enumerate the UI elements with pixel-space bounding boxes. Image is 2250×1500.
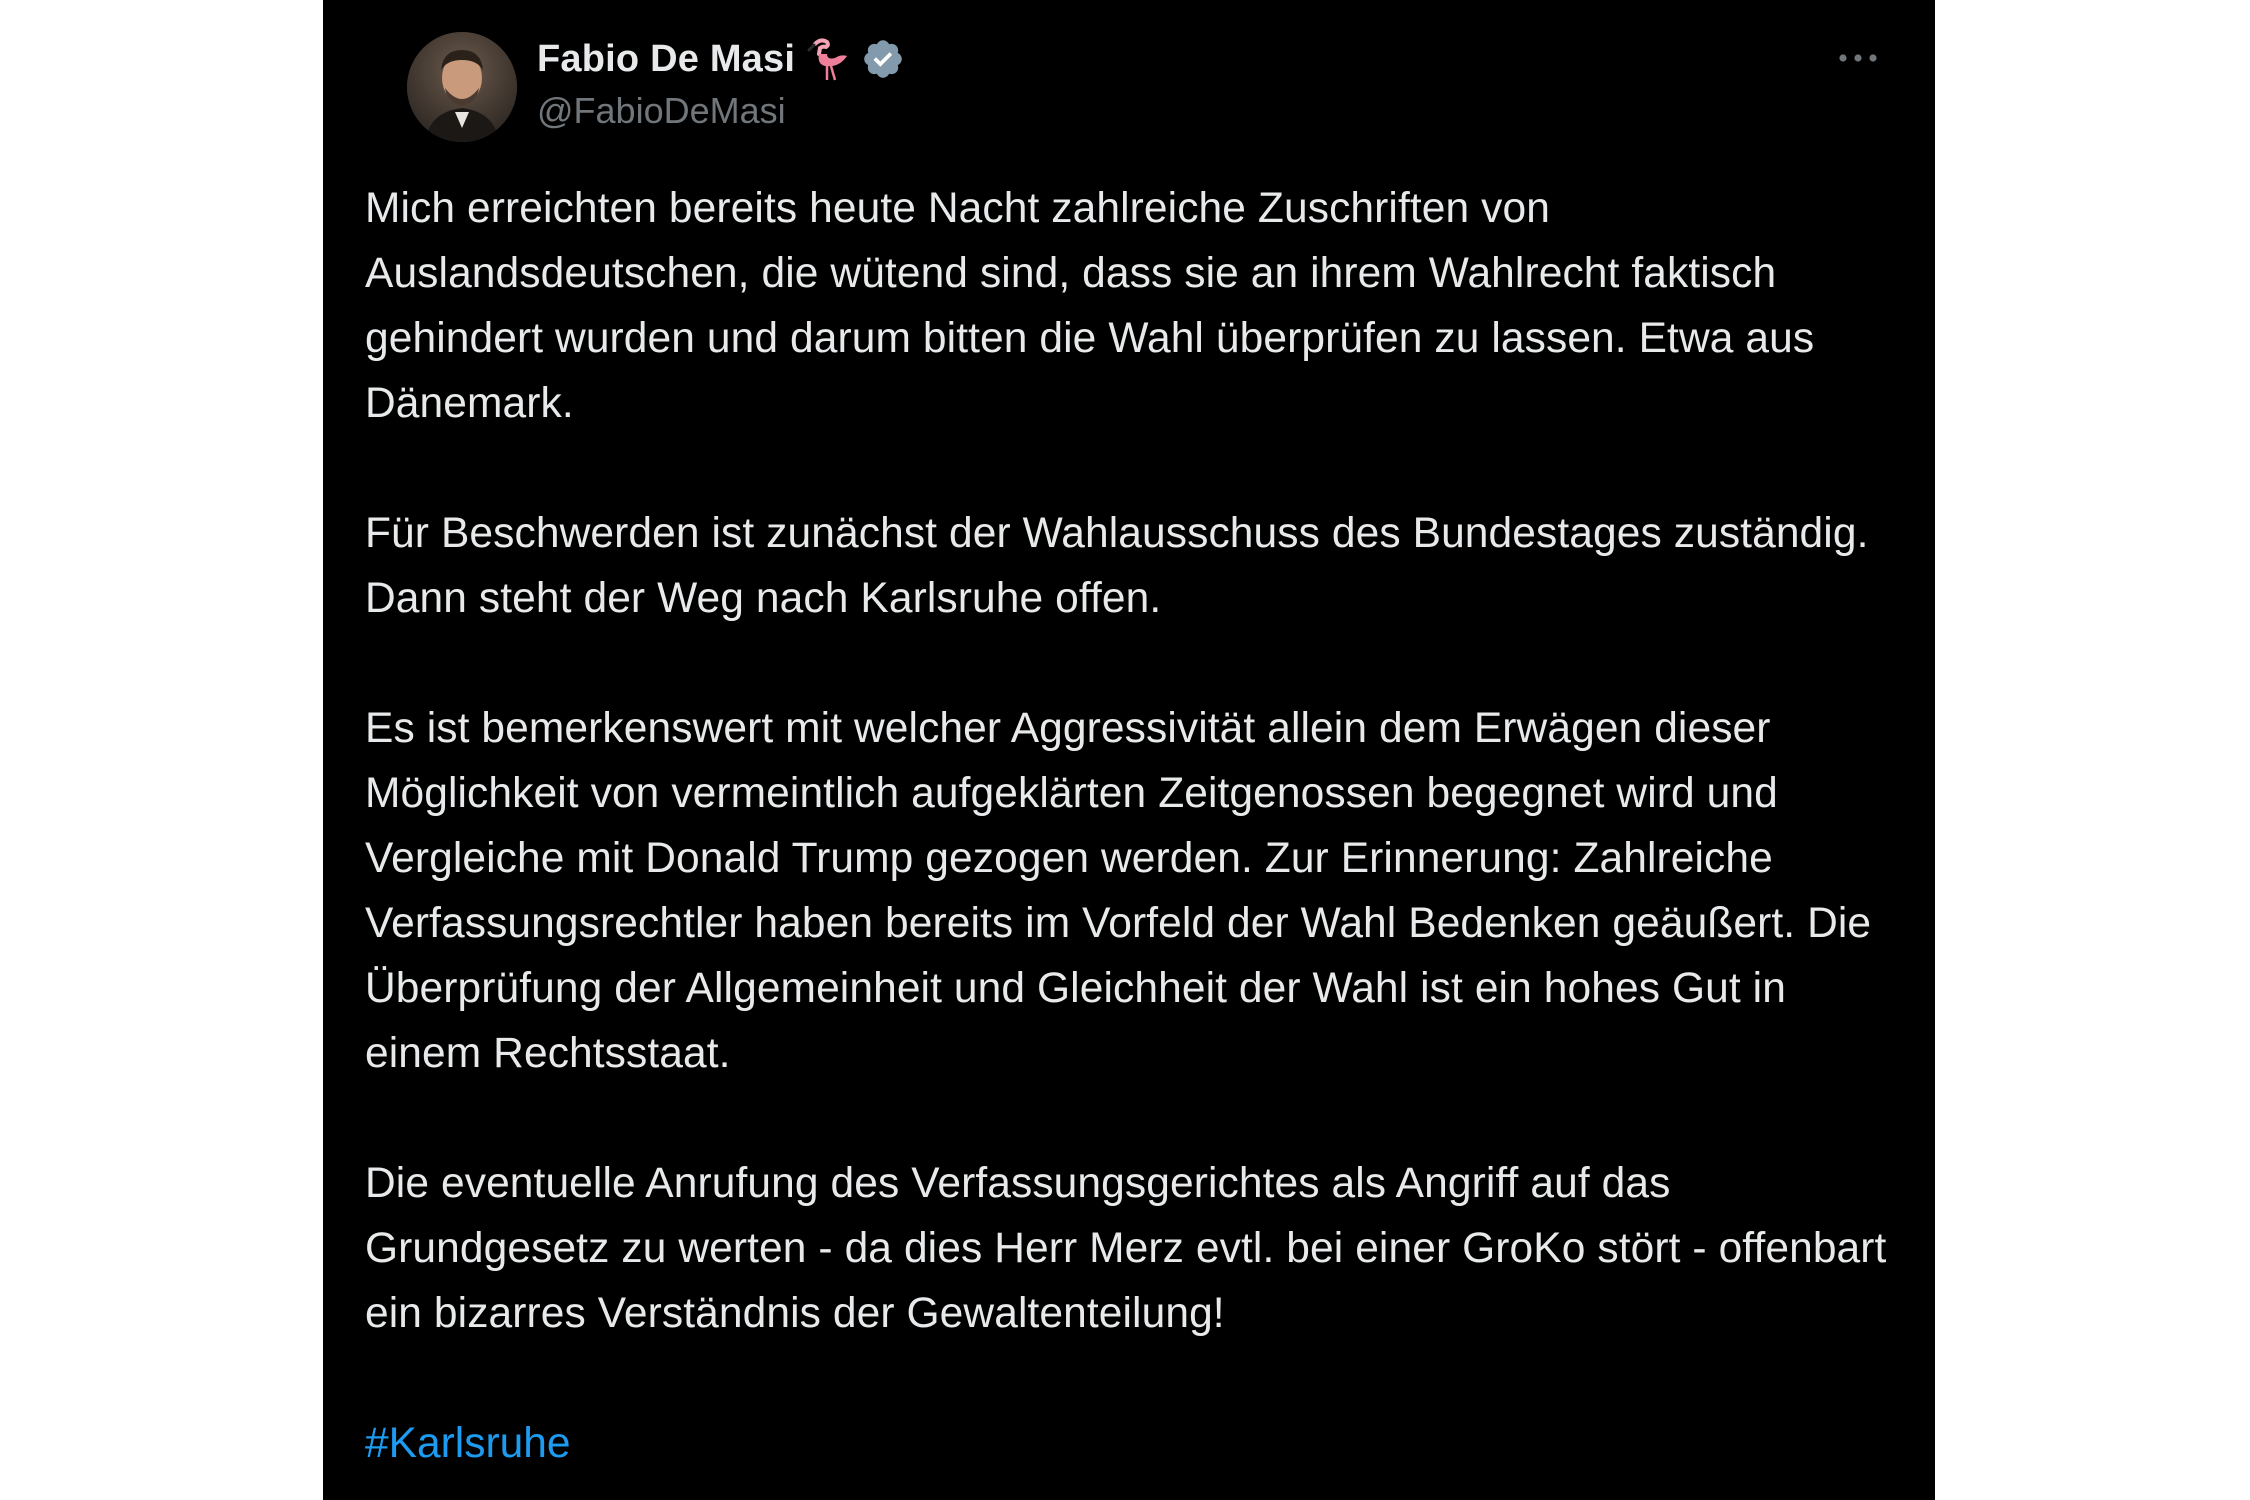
hashtag-link[interactable]: #Karlsruhe xyxy=(365,1420,571,1467)
author-handle[interactable]: @FabioDeMasi xyxy=(537,90,905,132)
author-display-name[interactable]: Fabio De Masi xyxy=(537,38,795,81)
tweet-text: Mich erreichten bereits heute Nacht zahl… xyxy=(365,176,1905,1476)
more-options-button[interactable] xyxy=(1823,30,1893,86)
verified-badge-icon[interactable] xyxy=(861,37,905,81)
author-avatar[interactable] xyxy=(407,32,517,142)
author-name-row: Fabio De Masi xyxy=(537,34,905,84)
tweet-card: Fabio De Masi @FabioDeMasi Mich erreicht… xyxy=(323,0,1935,1500)
more-options-icon xyxy=(1839,54,1877,62)
tweet-paragraph: Die eventuelle Anrufung des Verfassungsg… xyxy=(365,1160,1887,1337)
tweet-paragraph: Mich erreichten bereits heute Nacht zahl… xyxy=(365,185,1815,427)
screenshot-stage: Fabio De Masi @FabioDeMasi Mich erreicht… xyxy=(0,0,2250,1500)
tweet-paragraph: Für Beschwerden ist zunächst der Wahlaus… xyxy=(365,510,1869,622)
author-block: Fabio De Masi @FabioDeMasi xyxy=(537,34,905,132)
avatar-portrait-icon xyxy=(407,32,517,142)
tweet-header: Fabio De Masi @FabioDeMasi xyxy=(365,0,1893,150)
tweet-paragraph: Es ist bemerkenswert mit welcher Aggress… xyxy=(365,705,1872,1077)
flamingo-emoji-icon xyxy=(805,34,855,84)
